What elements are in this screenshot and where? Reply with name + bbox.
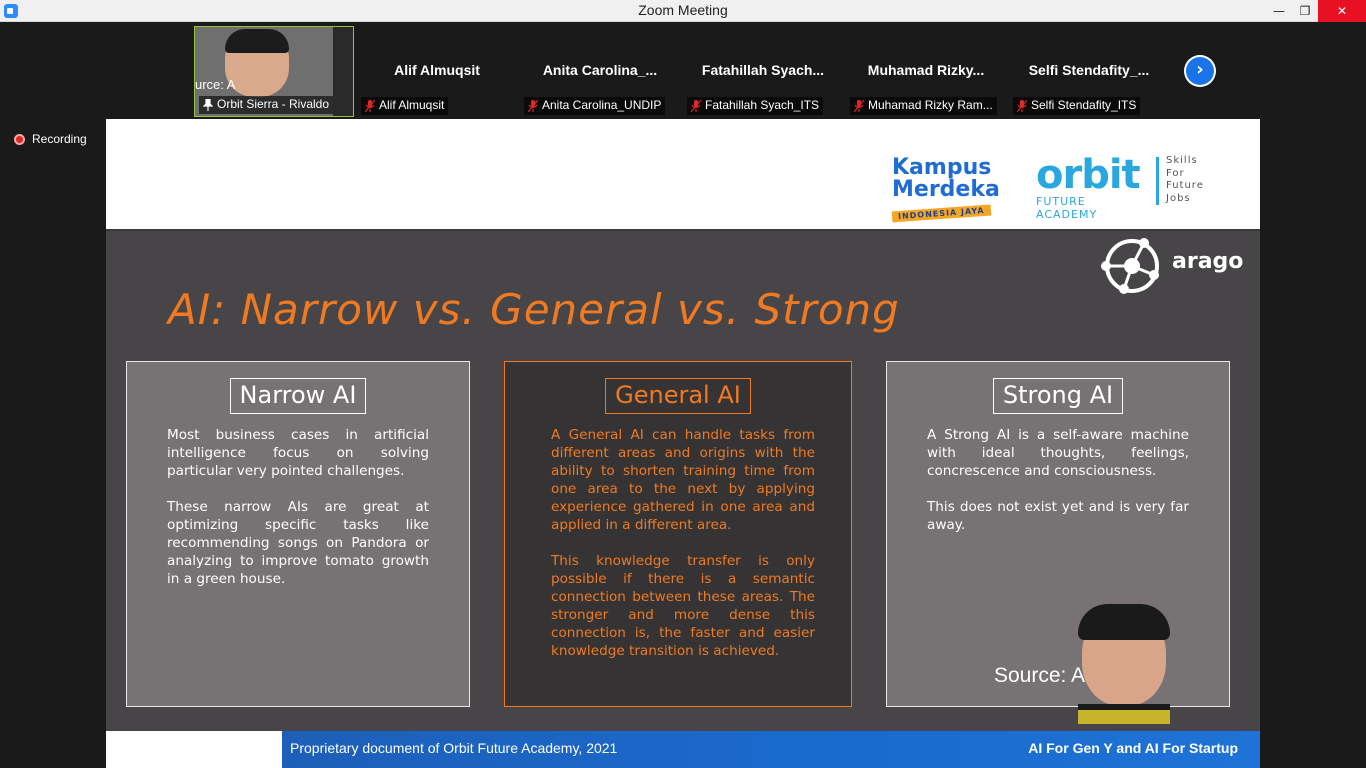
participant-display-name: Anita Carolina_... <box>542 62 658 78</box>
participant-tile[interactable]: Anita Carolina_... Anita Carolina_UNDIP <box>520 26 680 117</box>
chevron-right-icon: › <box>1196 59 1204 80</box>
participant-strip: urce: A Orbit Sierra - Rivaldo Alif Almu… <box>0 22 1366 118</box>
participant-tile[interactable]: Selfi Stendafity_... Selfi Stendafity_IT… <box>1009 26 1169 117</box>
recording-indicator[interactable]: Recording <box>12 132 87 148</box>
orbit-tagline: Skills For Future Jobs <box>1166 155 1204 205</box>
participant-label-text: Selfi Stendafity_ITS <box>1031 98 1137 112</box>
participant-video-overlay-text: urce: A <box>195 77 236 92</box>
participant-tile[interactable]: Fatahillah Syach... Fatahillah Syach_ITS <box>683 26 843 117</box>
mic-muted-icon <box>1017 100 1027 112</box>
next-page-button[interactable]: › <box>1184 55 1216 87</box>
participant-label: Alif Almuqsit <box>361 97 449 115</box>
narrow-ai-paragraph-1: Most business cases in artificial intell… <box>167 427 429 479</box>
participant-tile-active[interactable]: urce: A Orbit Sierra - Rivaldo <box>194 26 354 117</box>
tagline-line: For <box>1166 167 1185 179</box>
slide-title: AI: Narrow vs. General vs. Strong <box>168 285 900 334</box>
mic-muted-icon <box>854 100 864 112</box>
participant-label-text: Anita Carolina_UNDIP <box>542 98 662 112</box>
arago-logo: arago <box>1096 237 1256 297</box>
slide-footer: Proprietary document of Orbit Future Aca… <box>282 731 1260 768</box>
tagline-line: Jobs <box>1166 192 1191 204</box>
general-ai-body: A General AI can handle tasks from diffe… <box>551 426 815 678</box>
presenter-overlay-text: Source: A <box>994 664 1086 687</box>
participant-label: Orbit Sierra - Rivaldo <box>199 96 334 114</box>
participant-label-text: Orbit Sierra - Rivaldo <box>217 97 330 111</box>
participant-label-text: Alif Almuqsit <box>379 98 445 112</box>
kampus-logo-line2: Merdeka <box>892 177 1000 202</box>
participant-label: Selfi Stendafity_ITS <box>1013 97 1141 115</box>
kampus-merdeka-logo: Kampus Merdeka INDONESIA JAYA <box>891 155 1016 223</box>
close-button[interactable]: ✕ <box>1318 0 1366 22</box>
pin-icon <box>203 99 213 111</box>
video-edge <box>333 27 353 116</box>
box-heading-wrap: Strong AI <box>887 378 1229 414</box>
participant-tile[interactable]: Muhamad Rizky... Muhamad Rizky Ram... <box>846 26 1006 117</box>
general-ai-box: General AI A General AI can handle tasks… <box>504 361 852 707</box>
arago-network-icon <box>1101 238 1159 294</box>
participant-display-name: Selfi Stendafity_... <box>1028 62 1150 78</box>
narrow-ai-box: Narrow AI Most business cases in artific… <box>126 361 470 707</box>
participant-label-text: Fatahillah Syach_ITS <box>705 98 820 112</box>
participant-video-hair <box>225 29 289 53</box>
general-ai-heading: General AI <box>605 378 751 414</box>
participant-label: Anita Carolina_UNDIP <box>524 97 666 115</box>
participant-label: Fatahillah Syach_ITS <box>687 97 824 115</box>
strong-ai-paragraph-2: This does not exist yet and is very far … <box>927 499 1189 533</box>
logo-divider <box>1156 157 1159 205</box>
arago-logo-text: arago <box>1172 249 1244 274</box>
participant-label: Muhamad Rizky Ram... <box>850 97 997 115</box>
mic-muted-icon <box>691 100 701 112</box>
orbit-logo-sub: FUTURE ACADEMY <box>1036 195 1098 221</box>
general-ai-paragraph-1: A General AI can handle tasks from diffe… <box>551 427 815 533</box>
presenter-shirt <box>1078 704 1170 724</box>
recording-label: Recording <box>32 132 87 146</box>
mic-muted-icon <box>528 100 538 112</box>
box-heading-wrap: Narrow AI <box>127 378 469 414</box>
strong-ai-body: A Strong AI is a self-aware machine with… <box>927 426 1189 552</box>
participant-display-name: Muhamad Rizky... <box>867 62 985 78</box>
strong-ai-heading: Strong AI <box>992 378 1124 414</box>
orbit-logo: orbit FUTURE ACADEMY <box>1036 155 1148 221</box>
footer-left-text: Proprietary document of Orbit Future Aca… <box>290 740 618 756</box>
narrow-ai-paragraph-2: These narrow AIs are great at optimizing… <box>167 499 429 587</box>
strong-ai-paragraph-1: A Strong AI is a self-aware machine with… <box>927 427 1189 479</box>
footer-white-block <box>106 731 282 768</box>
mic-muted-icon <box>365 100 375 112</box>
recording-dot-icon <box>14 134 25 145</box>
box-heading-wrap: General AI <box>505 378 851 414</box>
tagline-line: Skills <box>1166 155 1198 166</box>
footer-right-text: AI For Gen Y and AI For Startup <box>1028 740 1238 756</box>
participant-display-name: Alif Almuqsit <box>394 62 480 78</box>
kampus-logo-line1: Kampus <box>892 155 992 180</box>
maximize-button[interactable]: ❐ <box>1288 0 1322 22</box>
window-title: Zoom Meeting <box>638 2 728 18</box>
slide-header: Kampus Merdeka INDONESIA JAYA orbit FUTU… <box>106 119 1260 231</box>
tagline-line: Future <box>1166 180 1204 191</box>
narrow-ai-body: Most business cases in artificial intell… <box>167 426 429 606</box>
orbit-logo-word: orbit <box>1036 152 1141 198</box>
window-titlebar: Zoom Meeting — ❐ ✕ <box>0 0 1366 22</box>
presenter-video-overlay: Source: A <box>974 604 1174 724</box>
participant-display-name: Fatahillah Syach... <box>701 62 825 78</box>
narrow-ai-heading: Narrow AI <box>229 378 367 414</box>
general-ai-paragraph-2: This knowledge transfer is only possible… <box>551 553 815 659</box>
kampus-logo-sub: INDONESIA JAYA <box>891 204 991 223</box>
shared-screen-slide: Kampus Merdeka INDONESIA JAYA orbit FUTU… <box>106 119 1260 768</box>
participant-tile[interactable]: Alif Almuqsit Alif Almuqsit <box>357 26 517 117</box>
presenter-hair <box>1078 604 1170 640</box>
participant-label-text: Muhamad Rizky Ram... <box>868 98 993 112</box>
